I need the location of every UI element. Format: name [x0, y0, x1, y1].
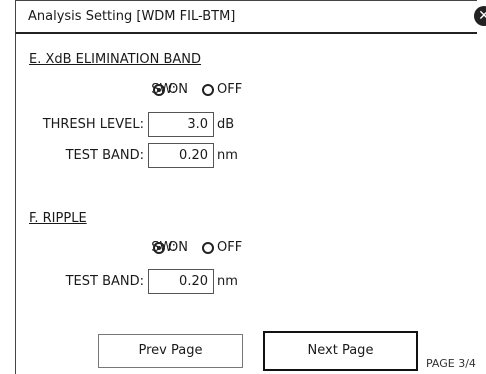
page-indicator: PAGE 3/4: [426, 357, 476, 370]
radio-unselected-icon: [202, 241, 214, 254]
dialog-titlebar: Analysis Setting [WDM FIL-BTM]: [15, 0, 477, 34]
section-f-on-label: ON: [168, 240, 188, 255]
next-page-button[interactable]: Next Page: [263, 331, 418, 371]
section-e-off-label: OFF: [217, 82, 243, 97]
radio-selected-icon: [153, 83, 165, 96]
section-f-off-label: OFF: [217, 240, 243, 255]
radio-selected-icon: [153, 241, 165, 254]
section-e-sw-on-radio[interactable]: ON: [153, 82, 188, 97]
radio-unselected-icon: [202, 83, 214, 96]
section-e-test-band-input[interactable]: 0.20: [148, 143, 214, 168]
prev-page-button[interactable]: Prev Page: [98, 334, 243, 368]
section-e-test-band-unit: nm: [217, 148, 238, 163]
thresh-level-label: THRESH LEVEL:: [42, 117, 144, 132]
section-f-sw-on-radio[interactable]: ON: [153, 240, 188, 255]
section-f-test-band-unit: nm: [217, 274, 238, 289]
section-f-title: F. RIPPLE: [29, 211, 87, 226]
thresh-level-unit: dB: [217, 117, 235, 132]
section-f-sw-off-radio[interactable]: OFF: [202, 240, 242, 255]
section-e-title: E. XdB ELIMINATION BAND: [29, 52, 202, 67]
section-e-on-label: ON: [168, 82, 188, 97]
section-e-sw-off-radio[interactable]: OFF: [202, 82, 242, 97]
thresh-level-input[interactable]: 3.0: [148, 112, 214, 137]
dialog-title: Analysis Setting [WDM FIL-BTM]: [28, 9, 236, 24]
section-f-test-band-input[interactable]: 0.20: [148, 269, 214, 294]
section-e-test-band-label: TEST BAND:: [65, 148, 144, 163]
settings-panel: E. XdB ELIMINATION BAND SW: ON OFF THRES…: [15, 34, 477, 374]
section-f-test-band-label: TEST BAND:: [65, 274, 144, 289]
